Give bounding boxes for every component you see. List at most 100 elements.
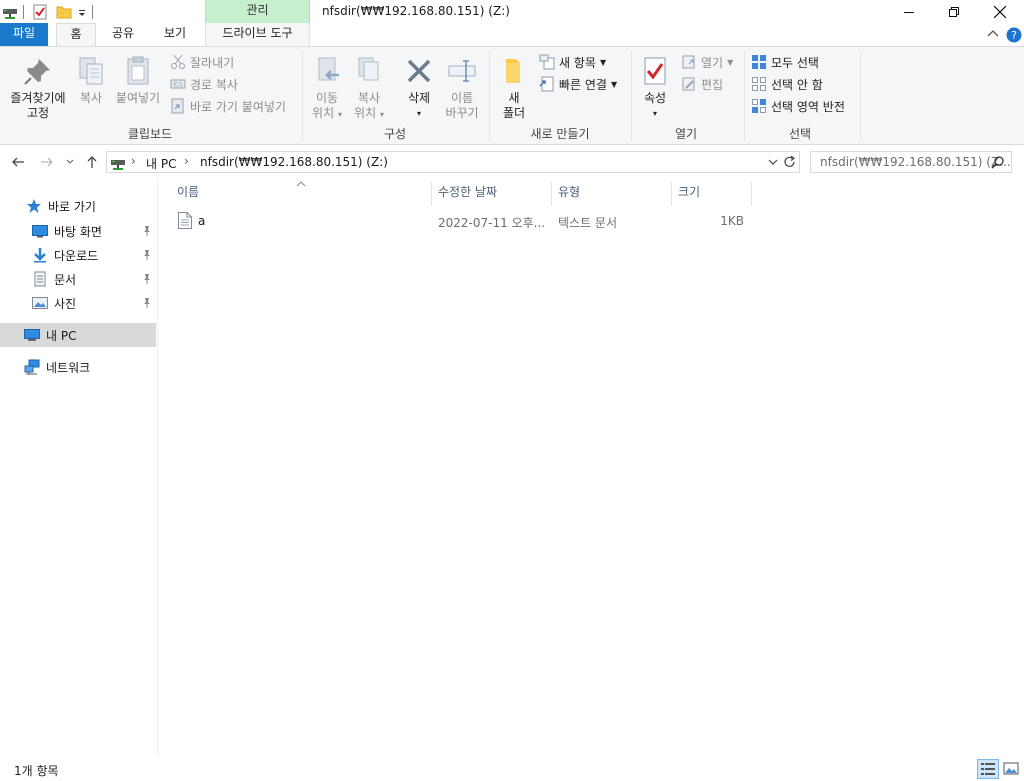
breadcrumb-chevron-icon[interactable]: › xyxy=(184,154,189,168)
search-input[interactable]: nfsdir(₩₩192.168.80.151) (Z... xyxy=(810,151,1012,173)
paste-shortcut-icon xyxy=(170,98,186,114)
restore-icon xyxy=(949,7,959,17)
properties-check-icon[interactable] xyxy=(32,4,48,20)
column-separator[interactable] xyxy=(751,182,752,206)
easy-access-icon xyxy=(539,76,555,92)
network-drive-icon xyxy=(110,155,126,171)
file-name: a xyxy=(198,214,206,228)
new-folder-button[interactable]: 새 폴더 xyxy=(496,55,532,121)
pinned-icon xyxy=(142,249,152,261)
window-title: nfsdir(₩₩192.168.80.151) (Z:) xyxy=(322,4,510,18)
paste-shortcut-button[interactable]: 바로 가기 붙여넣기 xyxy=(170,96,286,116)
close-button[interactable] xyxy=(977,0,1023,24)
open-label: 열기 xyxy=(701,55,724,70)
file-date-modified: 2022-07-11 오후... xyxy=(438,216,546,230)
nav-this-pc[interactable]: 내 PC xyxy=(0,323,156,347)
help-button[interactable]: ? xyxy=(1006,27,1022,43)
copy-button[interactable]: 복사 xyxy=(74,55,108,106)
rename-button[interactable]: 이름 바꾸기 xyxy=(442,55,482,121)
back-button[interactable] xyxy=(9,153,27,171)
edit-label: 편집 xyxy=(701,77,724,92)
large-icons-view-button[interactable] xyxy=(1000,759,1022,779)
column-header-date[interactable]: 수정한 날짜 xyxy=(431,182,551,206)
open-button[interactable]: 열기 ▼ xyxy=(681,52,733,72)
copy-to-icon xyxy=(358,57,379,81)
cut-button[interactable]: 잘라내기 xyxy=(170,52,234,72)
pin-icon xyxy=(24,59,50,85)
nav-pictures[interactable]: 사진 xyxy=(0,291,156,315)
paste-button[interactable]: 붙여넣기 xyxy=(113,55,163,106)
new-item-button[interactable]: 새 항목 ▼ xyxy=(539,52,606,72)
select-all-button[interactable]: 모두 선택 xyxy=(751,52,819,72)
properties-button[interactable]: 속성 ▾ xyxy=(638,55,672,121)
select-none-icon xyxy=(751,76,767,92)
new-folder-icon[interactable] xyxy=(56,4,72,20)
invert-selection-button[interactable]: 선택 영역 반전 xyxy=(751,96,845,116)
details-view-button[interactable] xyxy=(977,759,999,779)
tab-drive-tools[interactable]: 드라이브 도구 xyxy=(205,23,310,46)
tab-share[interactable]: 공유 xyxy=(100,23,146,46)
easy-access-button[interactable]: 빠른 연결 ▼ xyxy=(539,74,617,94)
column-header-name[interactable]: 이름 xyxy=(170,182,432,206)
nav-this-pc-label: 내 PC xyxy=(46,328,77,343)
nav-quick-access[interactable]: 바로 가기 xyxy=(0,194,156,218)
cut-label: 잘라내기 xyxy=(190,55,235,70)
breadcrumb-chevron-icon[interactable]: › xyxy=(131,154,136,168)
desktop-icon xyxy=(32,223,48,239)
recent-locations-button[interactable] xyxy=(64,153,76,171)
tab-view[interactable]: 보기 xyxy=(152,23,198,46)
forward-button[interactable] xyxy=(38,153,56,171)
delete-label: 삭제 xyxy=(407,91,431,105)
search-icon[interactable] xyxy=(991,155,1005,172)
refresh-button[interactable] xyxy=(783,155,797,172)
open-icon xyxy=(681,54,697,70)
minimize-button[interactable] xyxy=(886,0,932,24)
svg-text:?: ? xyxy=(1011,29,1017,42)
paste-icon xyxy=(127,56,149,85)
download-arrow-icon xyxy=(32,247,48,263)
copy-to-button[interactable]: 복사 위치 ▾ xyxy=(350,55,388,122)
nav-downloads[interactable]: 다운로드 xyxy=(0,243,156,267)
delete-dropdown-icon[interactable]: ▾ xyxy=(400,106,438,121)
customize-qat-icon[interactable] xyxy=(76,4,92,20)
open-group-label: 열기 xyxy=(674,127,698,141)
column-header-size[interactable]: 크기 xyxy=(671,182,751,206)
collapse-ribbon-button[interactable] xyxy=(986,27,1000,41)
nav-downloads-label: 다운로드 xyxy=(54,248,99,263)
address-bar[interactable]: › 내 PC › nfsdir(₩₩192.168.80.151) (Z:) xyxy=(106,151,800,173)
nav-network[interactable]: 네트워크 xyxy=(0,355,156,379)
copy-path-button[interactable]: C:\ 경로 복사 xyxy=(170,74,238,94)
easy-access-label: 빠른 연결 xyxy=(559,77,607,92)
pin-quick-access-button[interactable]: 즐겨찾기에 고정 xyxy=(6,55,70,121)
chevron-up-icon xyxy=(987,30,999,37)
breadcrumb-this-pc[interactable]: 내 PC xyxy=(146,155,176,172)
address-history-button[interactable] xyxy=(767,156,779,171)
file-row[interactable]: a 2022-07-11 오후... 텍스트 문서 1KB xyxy=(171,209,751,233)
search-placeholder: nfsdir(₩₩192.168.80.151) (Z... xyxy=(820,155,1011,169)
paste-shortcut-label: 바로 가기 붙여넣기 xyxy=(190,99,286,114)
move-to-button[interactable]: 이동 위치 ▾ xyxy=(308,55,346,122)
nav-desktop[interactable]: 바탕 화면 xyxy=(0,219,156,243)
network-drive-icon[interactable] xyxy=(2,4,18,20)
tab-file[interactable]: 파일 xyxy=(0,23,48,46)
pinned-icon xyxy=(142,297,152,309)
organize-group-label: 구성 xyxy=(383,127,407,141)
group-separator xyxy=(631,51,632,141)
properties-dropdown-icon[interactable]: ▾ xyxy=(638,106,672,121)
move-to-text: 이동 위치 xyxy=(312,91,339,120)
edit-icon xyxy=(681,76,697,92)
invert-selection-icon xyxy=(751,98,767,114)
minimize-icon xyxy=(904,12,914,13)
edit-button[interactable]: 편집 xyxy=(681,74,723,94)
delete-button[interactable]: 삭제 ▾ xyxy=(400,55,438,121)
column-header-type[interactable]: 유형 xyxy=(551,182,671,206)
status-bar: 1개 항목 xyxy=(0,756,1024,781)
select-none-button[interactable]: 선택 안 함 xyxy=(751,74,823,94)
tab-home[interactable]: 홈 xyxy=(56,23,96,47)
up-button[interactable] xyxy=(83,153,101,171)
nav-documents[interactable]: 문서 xyxy=(0,267,156,291)
restore-button[interactable] xyxy=(931,0,977,24)
nav-network-label: 네트워크 xyxy=(46,360,91,375)
breadcrumb-drive[interactable]: nfsdir(₩₩192.168.80.151) (Z:) xyxy=(200,155,388,169)
navigation-pane: 바로 가기 바탕 화면 다운로드 문서 사진 내 PC 네트워크 xyxy=(0,179,158,756)
